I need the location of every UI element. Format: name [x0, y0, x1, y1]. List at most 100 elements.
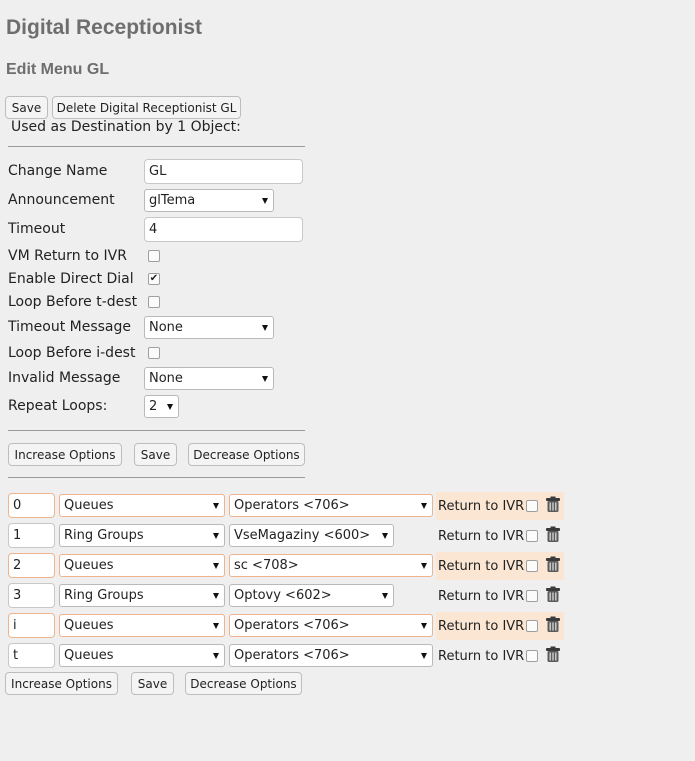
delete-receptionist-button[interactable]: Delete Digital Receptionist GL — [52, 96, 241, 119]
destination-type-select[interactable]: Queues — [59, 644, 225, 667]
trash-icon[interactable] — [545, 496, 561, 513]
return-to-ivr-label: Return to IVR — [438, 589, 525, 604]
timeout-message-select[interactable]: None — [144, 316, 274, 339]
option-digit-input[interactable]: 3 — [8, 583, 55, 608]
chevron-down-icon — [213, 502, 219, 509]
chevron-down-icon — [262, 324, 268, 331]
return-to-ivr-checkbox[interactable] — [526, 590, 538, 602]
destination-select[interactable]: VseMagaziny <600> — [229, 524, 394, 547]
page-title: Digital Receptionist — [6, 16, 203, 39]
chevron-down-icon — [421, 622, 427, 629]
destination-type-value: Queues — [64, 558, 114, 573]
destination-type-value: Ring Groups — [64, 588, 144, 603]
change-name-input[interactable]: GL — [144, 159, 303, 184]
save-button[interactable]: Save — [5, 96, 48, 119]
divider — [8, 477, 305, 478]
option-digit-input[interactable]: 2 — [8, 553, 55, 578]
invalid-message-label: Invalid Message — [8, 370, 121, 386]
destination-type-value: Queues — [64, 648, 114, 663]
announcement-value: glTema — [149, 193, 196, 208]
return-to-ivr-checkbox[interactable] — [526, 620, 538, 632]
chevron-down-icon — [262, 197, 268, 204]
trash-icon[interactable] — [545, 586, 561, 603]
invalid-message-select[interactable]: None — [144, 367, 274, 390]
chevron-down-icon — [382, 592, 388, 599]
destination-type-select[interactable]: Ring Groups — [59, 524, 225, 547]
divider — [8, 146, 305, 147]
menu-subtitle: Edit Menu GL — [6, 61, 110, 78]
chevron-down-icon — [213, 622, 219, 629]
option-digit-input[interactable]: t — [8, 643, 55, 668]
destination-select[interactable]: Optovy <602> — [229, 584, 394, 607]
return-to-ivr-checkbox[interactable] — [526, 500, 538, 512]
return-to-ivr-label: Return to IVR — [438, 499, 525, 514]
destination-type-value: Queues — [64, 498, 114, 513]
change-name-label: Change Name — [8, 163, 108, 179]
return-to-ivr-label: Return to IVR — [438, 559, 525, 574]
timeout-message-value: None — [149, 320, 183, 335]
destination-type-select[interactable]: Ring Groups — [59, 584, 225, 607]
return-to-ivr-label: Return to IVR — [438, 649, 525, 664]
trash-icon[interactable] — [545, 616, 561, 633]
announcement-label: Announcement — [8, 192, 115, 208]
increase-options-button-bottom[interactable]: Increase Options — [5, 672, 118, 695]
repeat-loops-select[interactable]: 2 — [144, 395, 179, 418]
trash-icon[interactable] — [545, 526, 561, 543]
return-to-ivr-checkbox[interactable] — [526, 530, 538, 542]
vm-return-label: VM Return to IVR — [8, 248, 127, 264]
destination-value: Optovy <602> — [234, 588, 332, 603]
chevron-down-icon — [421, 502, 427, 509]
chevron-down-icon — [167, 403, 173, 410]
return-to-ivr-label: Return to IVR — [438, 619, 525, 634]
used-as-destination-text: Used as Destination by 1 Object: — [11, 119, 241, 135]
destination-select[interactable]: Operators <706> — [229, 644, 433, 667]
increase-options-button[interactable]: Increase Options — [8, 443, 122, 466]
destination-type-value: Queues — [64, 618, 114, 633]
divider — [8, 430, 305, 431]
repeat-loops-label: Repeat Loops: — [8, 398, 108, 414]
chevron-down-icon — [213, 592, 219, 599]
destination-type-select[interactable]: Queues — [59, 554, 225, 577]
chevron-down-icon — [262, 375, 268, 382]
destination-value: sc <708> — [234, 558, 299, 573]
direct-dial-label: Enable Direct Dial — [8, 271, 134, 287]
save-options-button-bottom[interactable]: Save — [131, 672, 174, 695]
loop-before-i-label: Loop Before i-dest — [8, 345, 136, 361]
return-to-ivr-checkbox[interactable] — [526, 650, 538, 662]
destination-type-select[interactable]: Queues — [59, 494, 225, 517]
trash-icon[interactable] — [545, 646, 561, 663]
destination-value: VseMagaziny <600> — [234, 528, 371, 543]
return-to-ivr-label: Return to IVR — [438, 529, 525, 544]
checkmark-icon: ✔ — [149, 273, 159, 284]
loop-before-t-checkbox[interactable] — [148, 296, 160, 308]
destination-select[interactable]: sc <708> — [229, 554, 433, 577]
destination-value: Operators <706> — [234, 648, 350, 663]
timeout-message-label: Timeout Message — [8, 319, 131, 335]
option-digit-input[interactable]: 1 — [8, 523, 55, 548]
destination-select[interactable]: Operators <706> — [229, 614, 433, 637]
destination-select[interactable]: Operators <706> — [229, 494, 433, 517]
return-to-ivr-checkbox[interactable] — [526, 560, 538, 572]
vm-return-checkbox[interactable] — [148, 250, 160, 262]
destination-type-value: Ring Groups — [64, 528, 144, 543]
decrease-options-button-bottom[interactable]: Decrease Options — [185, 672, 302, 695]
save-options-button[interactable]: Save — [134, 443, 177, 466]
direct-dial-checkbox[interactable]: ✔ — [148, 273, 160, 285]
destination-type-select[interactable]: Queues — [59, 614, 225, 637]
announcement-select[interactable]: glTema — [144, 189, 274, 212]
chevron-down-icon — [213, 532, 219, 539]
chevron-down-icon — [213, 562, 219, 569]
timeout-label: Timeout — [8, 221, 66, 237]
loop-before-i-checkbox[interactable] — [148, 347, 160, 359]
repeat-loops-value: 2 — [149, 399, 158, 414]
decrease-options-button[interactable]: Decrease Options — [188, 443, 305, 466]
chevron-down-icon — [382, 532, 388, 539]
option-digit-input[interactable]: 0 — [8, 493, 55, 518]
destination-value: Operators <706> — [234, 618, 350, 633]
destination-value: Operators <706> — [234, 498, 350, 513]
chevron-down-icon — [421, 562, 427, 569]
trash-icon[interactable] — [545, 556, 561, 573]
option-digit-input[interactable]: i — [8, 613, 55, 638]
timeout-input[interactable]: 4 — [144, 217, 303, 242]
invalid-message-value: None — [149, 371, 183, 386]
